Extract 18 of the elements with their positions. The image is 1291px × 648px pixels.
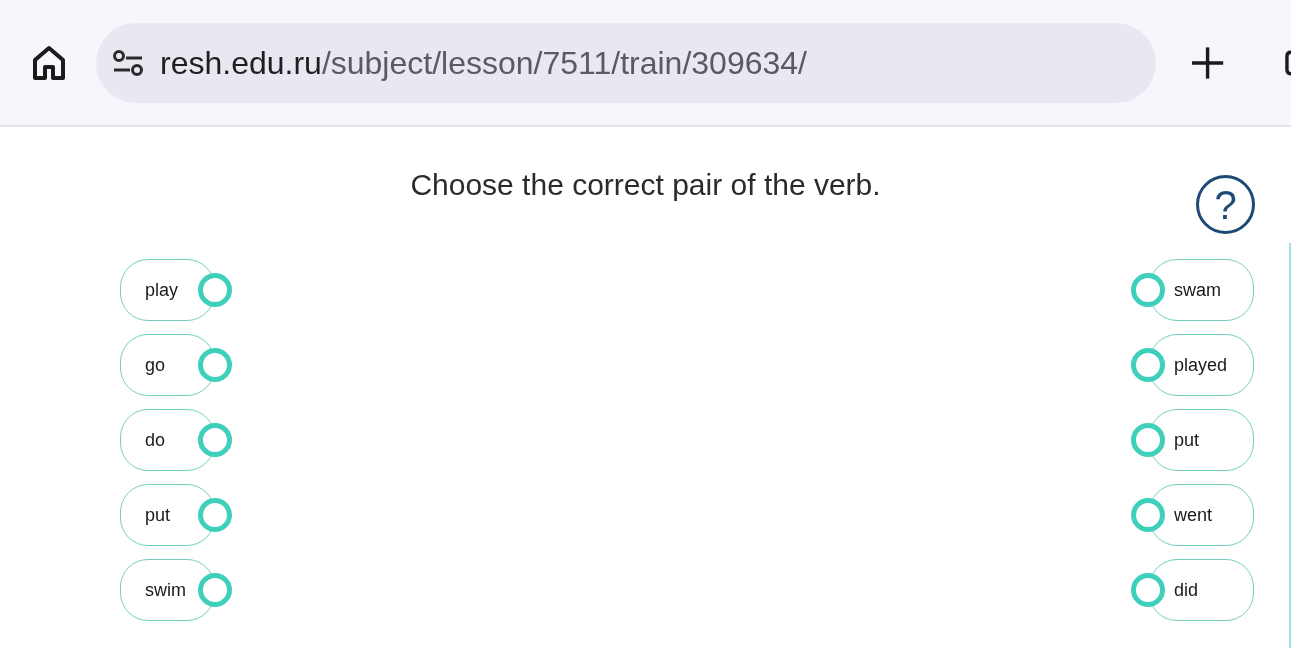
plus-icon[interactable] xyxy=(1191,45,1225,80)
help-button[interactable]: ? xyxy=(1196,175,1255,234)
url-text: resh.edu.ru/subject/lesson/7511/train/309634/ xyxy=(160,43,807,83)
site-settings-icon[interactable] xyxy=(112,48,144,77)
connector-ring-icon[interactable] xyxy=(198,348,232,382)
instruction-text: Choose the correct pair of the verb. xyxy=(410,167,881,203)
home-icon[interactable] xyxy=(32,44,66,81)
connector-ring-icon[interactable] xyxy=(1131,423,1165,457)
connector-ring-icon[interactable] xyxy=(1131,498,1165,532)
address-bar[interactable]: resh.edu.ru/subject/lesson/7511/train/309634/ xyxy=(96,22,1156,103)
connector-ring-icon[interactable] xyxy=(198,273,232,307)
connector-ring-icon[interactable] xyxy=(198,423,232,457)
connector-ring-icon[interactable] xyxy=(1131,273,1165,307)
connector-ring-icon[interactable] xyxy=(198,573,232,607)
connector-ring-icon[interactable] xyxy=(1131,348,1165,382)
tab-switcher-icon[interactable] xyxy=(1285,49,1291,76)
connector-ring-icon[interactable] xyxy=(198,498,232,532)
connector-ring-icon[interactable] xyxy=(1131,573,1165,607)
